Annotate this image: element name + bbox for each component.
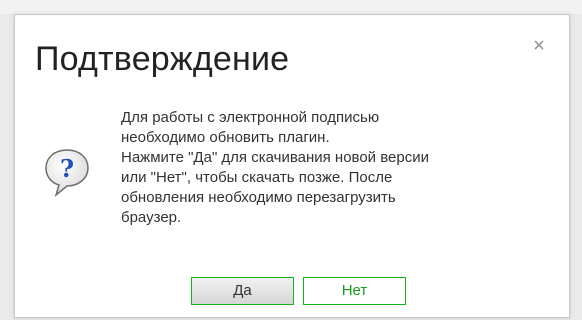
message-line: браузер. <box>121 209 182 226</box>
confirmation-dialog: Подтверждение ? Для работы с электронной… <box>14 14 570 318</box>
page-header-strip <box>0 0 582 14</box>
message-line: обновления необходимо перезагрузить <box>121 189 396 206</box>
dialog-title: Подтверждение <box>35 40 290 78</box>
dialog-buttons: Да Нет <box>15 277 571 307</box>
question-balloon-icon: ? <box>43 147 91 199</box>
message-line: Для работы с электронной подписью <box>121 109 380 126</box>
yes-button[interactable]: Да <box>191 277 294 305</box>
svg-text:?: ? <box>60 154 74 183</box>
message-line: Нажмите "Да" для скачивания новой версии <box>121 149 429 166</box>
close-icon <box>534 40 544 50</box>
close-button[interactable] <box>531 37 547 53</box>
dialog-message: Для работы с электронной подписью необхо… <box>121 108 561 228</box>
no-button[interactable]: Нет <box>303 277 406 305</box>
message-line: необходимо обновить плагин. <box>121 129 330 146</box>
message-line: или "Нет", чтобы скачать позже. После <box>121 169 393 186</box>
